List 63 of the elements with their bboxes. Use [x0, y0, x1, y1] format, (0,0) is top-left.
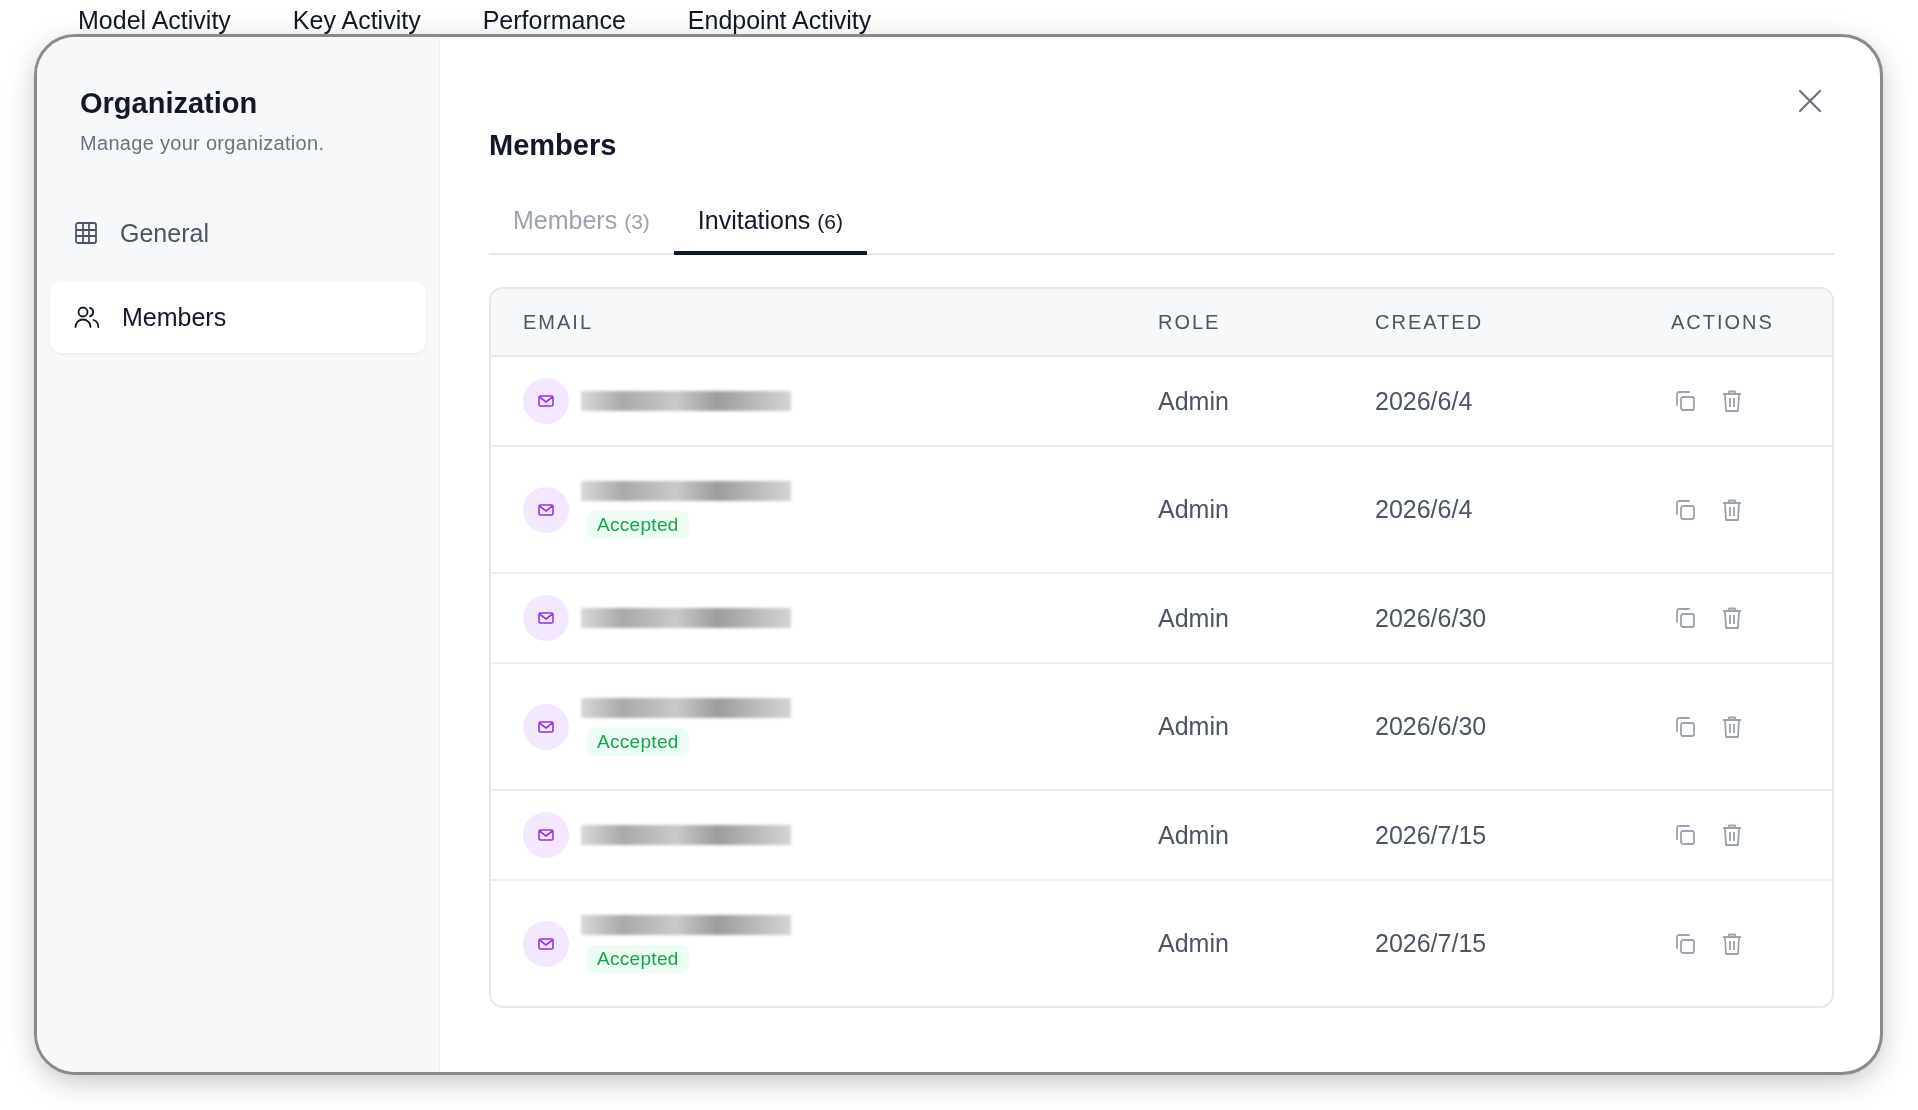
role-cell: Admin [1158, 712, 1229, 741]
mail-icon [523, 703, 569, 750]
date-cell: 2026/7/15 [1375, 929, 1487, 958]
background-tab[interactable]: Key Activity [292, 6, 421, 35]
date-cell: 2026/7/15 [1375, 820, 1487, 850]
date-cell: 2026/6/4 [1375, 495, 1473, 524]
sidebar-item[interactable]: General [50, 197, 426, 269]
copy-button[interactable] [1673, 497, 1697, 522]
copy-icon [1673, 931, 1697, 956]
trash-icon [1721, 497, 1743, 522]
copy-button[interactable] [1673, 931, 1697, 956]
grid-icon [74, 221, 98, 245]
close-button[interactable] [1797, 88, 1823, 114]
sidebar-subtitle: Manage your organization. [80, 132, 325, 155]
trash-icon [1721, 606, 1743, 630]
delete-button[interactable] [1721, 497, 1743, 522]
users-icon [74, 305, 100, 329]
delete-button[interactable] [1721, 606, 1743, 630]
column-header: ACTIONS [1671, 310, 1774, 334]
trash-icon [1721, 823, 1743, 847]
delete-button[interactable] [1721, 931, 1743, 956]
copy-icon [1673, 714, 1697, 739]
status-badge: Accepted [587, 510, 689, 539]
column-header: EMAIL [523, 310, 594, 334]
copy-icon [1673, 606, 1697, 630]
background-tab[interactable]: Endpoint Activity [687, 6, 872, 35]
delete-button[interactable] [1721, 389, 1743, 413]
copy-button[interactable] [1673, 714, 1697, 739]
copy-button[interactable] [1673, 823, 1697, 847]
column-header: ROLE [1158, 310, 1221, 334]
sidebar-title: Organization [80, 87, 258, 120]
tab[interactable]: Invitations (6) [673, 194, 867, 255]
mail-icon [523, 378, 569, 424]
delete-button[interactable] [1721, 823, 1743, 847]
background-tab[interactable]: Performance [482, 6, 626, 35]
column-header: CREATED [1375, 310, 1484, 334]
date-cell: 2026/6/30 [1375, 603, 1487, 633]
mail-icon [523, 812, 569, 858]
mail-icon [523, 486, 569, 533]
role-cell: Admin [1158, 929, 1229, 958]
trash-icon [1721, 714, 1743, 739]
copy-button[interactable] [1673, 389, 1697, 413]
trash-icon [1721, 389, 1743, 413]
mail-icon [523, 595, 569, 641]
sidebar-item[interactable]: Members [50, 281, 426, 353]
status-badge: Accepted [587, 944, 689, 973]
copy-button[interactable] [1673, 606, 1697, 630]
role-cell: Admin [1158, 820, 1229, 850]
role-cell: Admin [1158, 495, 1229, 524]
copy-icon [1673, 497, 1697, 522]
background-tab[interactable]: Model Activity [78, 6, 231, 35]
close-icon [1797, 88, 1823, 114]
section-title: Members [489, 129, 617, 162]
delete-button[interactable] [1721, 714, 1743, 739]
date-cell: 2026/6/4 [1375, 386, 1473, 416]
trash-icon [1721, 931, 1743, 956]
mail-icon [523, 920, 569, 967]
date-cell: 2026/6/30 [1375, 712, 1487, 741]
copy-icon [1673, 389, 1697, 413]
copy-icon [1673, 823, 1697, 847]
role-cell: Admin [1158, 603, 1229, 633]
status-badge: Accepted [587, 727, 689, 756]
role-cell: Admin [1158, 386, 1229, 416]
